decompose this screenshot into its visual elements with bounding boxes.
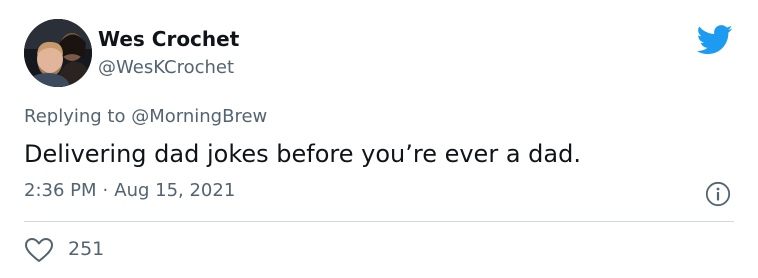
tweet-text: Delivering dad jokes before you’re ever … (24, 140, 581, 168)
replying-to-mention[interactable]: @MorningBrew (131, 106, 267, 127)
tweet-timestamp[interactable]: 2:36 PM · Aug 15, 2021 (24, 180, 235, 201)
avatar[interactable] (24, 19, 92, 87)
like-count: 251 (68, 238, 105, 260)
display-name[interactable]: Wes Crochet (98, 27, 239, 51)
user-handle[interactable]: @WesKCrochet (98, 57, 234, 78)
tweet-time: 2:36 PM (24, 180, 97, 201)
meta-separator: · (102, 180, 109, 201)
replying-to: Replying to @MorningBrew (24, 106, 267, 127)
twitter-bird-icon[interactable] (696, 25, 733, 55)
profile-photo (24, 19, 92, 87)
tweet-date: Aug 15, 2021 (114, 180, 236, 201)
heart-icon[interactable] (24, 237, 54, 263)
divider (24, 221, 734, 222)
tweet-card: Wes Crochet @WesKCrochet Replying to @Mo… (0, 0, 758, 278)
replying-to-label: Replying to (24, 106, 126, 127)
info-icon[interactable] (705, 181, 731, 207)
